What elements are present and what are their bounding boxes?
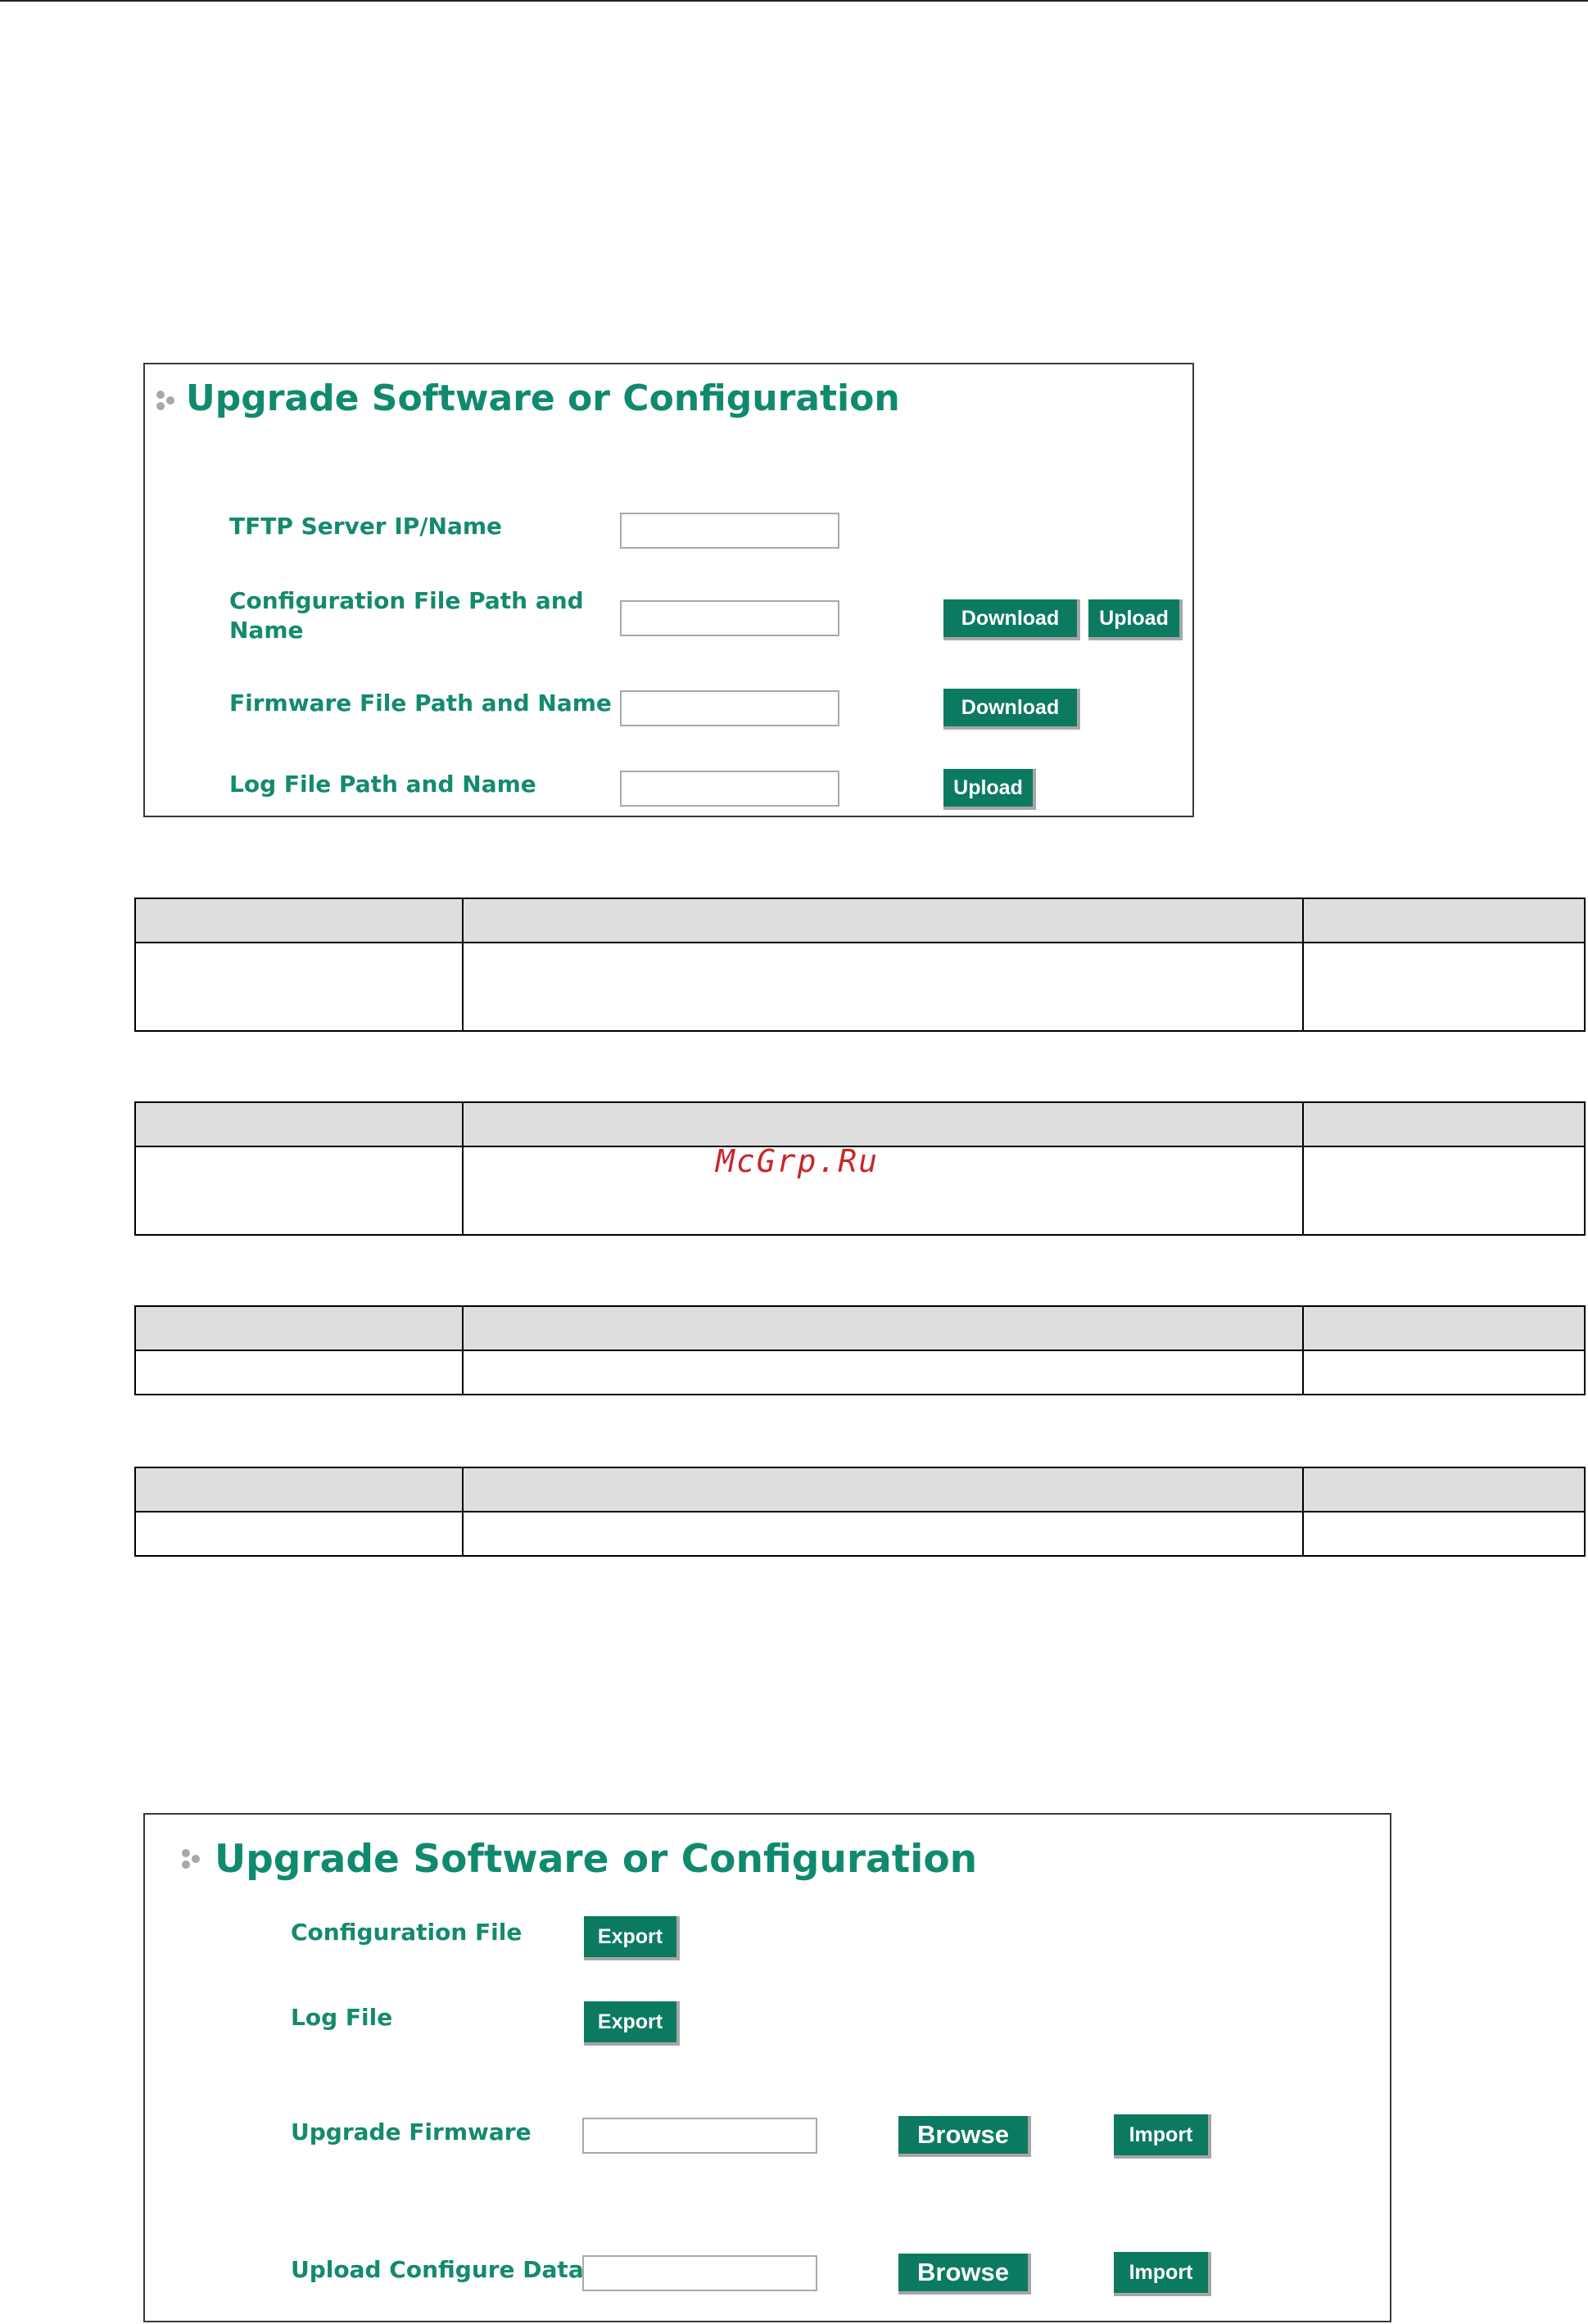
upgrade-firmware-label: Upgrade Firmware — [291, 2118, 532, 2145]
page-top-rule — [0, 0, 1588, 2]
table-cell — [134, 1350, 464, 1395]
upload-config-browse-button[interactable]: Browse — [898, 2254, 1031, 2295]
tftp-server-label: TFTP Server IP/Name — [229, 513, 503, 540]
config-path-label-line1: Configuration File Path and — [229, 587, 584, 614]
table-cell — [1302, 1511, 1586, 1557]
table-cell — [1302, 942, 1586, 1032]
page-title: Upgrade Software or Configuration — [215, 1837, 978, 1882]
table-header-row — [134, 897, 1586, 943]
table-cell — [1302, 1350, 1586, 1395]
table-row — [134, 1511, 1586, 1557]
table-row — [134, 942, 1586, 1032]
table-header-cell — [462, 897, 1304, 943]
settings-table-3 — [134, 1305, 1586, 1395]
table-header-cell — [462, 1101, 1304, 1147]
upgrade-firmware-browse-button[interactable]: Browse — [898, 2116, 1031, 2157]
config-upload-button[interactable]: Upload — [1088, 599, 1183, 640]
table-header-cell — [462, 1467, 1304, 1512]
table-header-cell — [1302, 1101, 1586, 1147]
log-path-label: Log File Path and Name — [229, 771, 536, 798]
table-header-cell — [134, 1305, 464, 1351]
log-path-input[interactable] — [620, 771, 839, 807]
log-file-label: Log File — [291, 2004, 393, 2031]
upgrade-firmware-file-input[interactable] — [582, 2118, 817, 2154]
table-header-cell — [462, 1305, 1304, 1351]
config-path-input[interactable] — [620, 600, 839, 636]
config-download-button[interactable]: Download — [943, 599, 1080, 640]
table-header-cell — [1302, 1305, 1586, 1351]
watermark: McGrp.Ru — [716, 1143, 880, 1179]
config-export-button[interactable]: Export — [584, 1916, 680, 1960]
table-cell — [134, 942, 464, 1032]
log-export-button[interactable]: Export — [584, 2001, 680, 2046]
config-file-label: Configuration File — [291, 1919, 523, 1946]
tftp-server-input[interactable] — [620, 513, 839, 549]
firmware-path-input[interactable] — [620, 690, 839, 726]
table-header-row — [134, 1101, 1586, 1147]
settings-table-4 — [134, 1467, 1586, 1557]
table-header-cell — [1302, 1467, 1586, 1512]
http-upgrade-panel: Upgrade Software or Configuration Config… — [143, 1813, 1391, 2322]
upgrade-firmware-import-button[interactable]: Import — [1114, 2114, 1211, 2159]
table-cell — [1302, 1146, 1586, 1236]
table-cell — [134, 1146, 464, 1236]
firmware-download-button[interactable]: Download — [943, 689, 1080, 730]
table-cell — [462, 942, 1304, 1032]
tftp-upgrade-panel: Upgrade Software or Configuration TFTP S… — [143, 363, 1194, 817]
table-cell — [462, 1350, 1304, 1395]
table-cell — [134, 1511, 464, 1557]
firmware-path-label: Firmware File Path and Name — [229, 690, 612, 717]
table-cell — [462, 1146, 1304, 1236]
upload-config-data-label: Upload Configure Data — [291, 2256, 584, 2283]
settings-table-1 — [134, 897, 1586, 1032]
page-title: Upgrade Software or Configuration — [186, 378, 900, 419]
table-header-cell — [134, 897, 464, 943]
upload-config-import-button[interactable]: Import — [1114, 2252, 1211, 2296]
table-cell — [462, 1511, 1304, 1557]
table-header-cell — [134, 1101, 464, 1147]
table-header-row — [134, 1305, 1586, 1351]
table-header-row — [134, 1467, 1586, 1512]
log-upload-button[interactable]: Upload — [943, 769, 1036, 810]
upload-config-file-input[interactable] — [582, 2255, 817, 2291]
table-header-cell — [1302, 897, 1586, 943]
config-path-label-line2: Name — [229, 617, 304, 644]
table-row — [134, 1350, 1586, 1395]
table-header-cell — [134, 1467, 464, 1512]
